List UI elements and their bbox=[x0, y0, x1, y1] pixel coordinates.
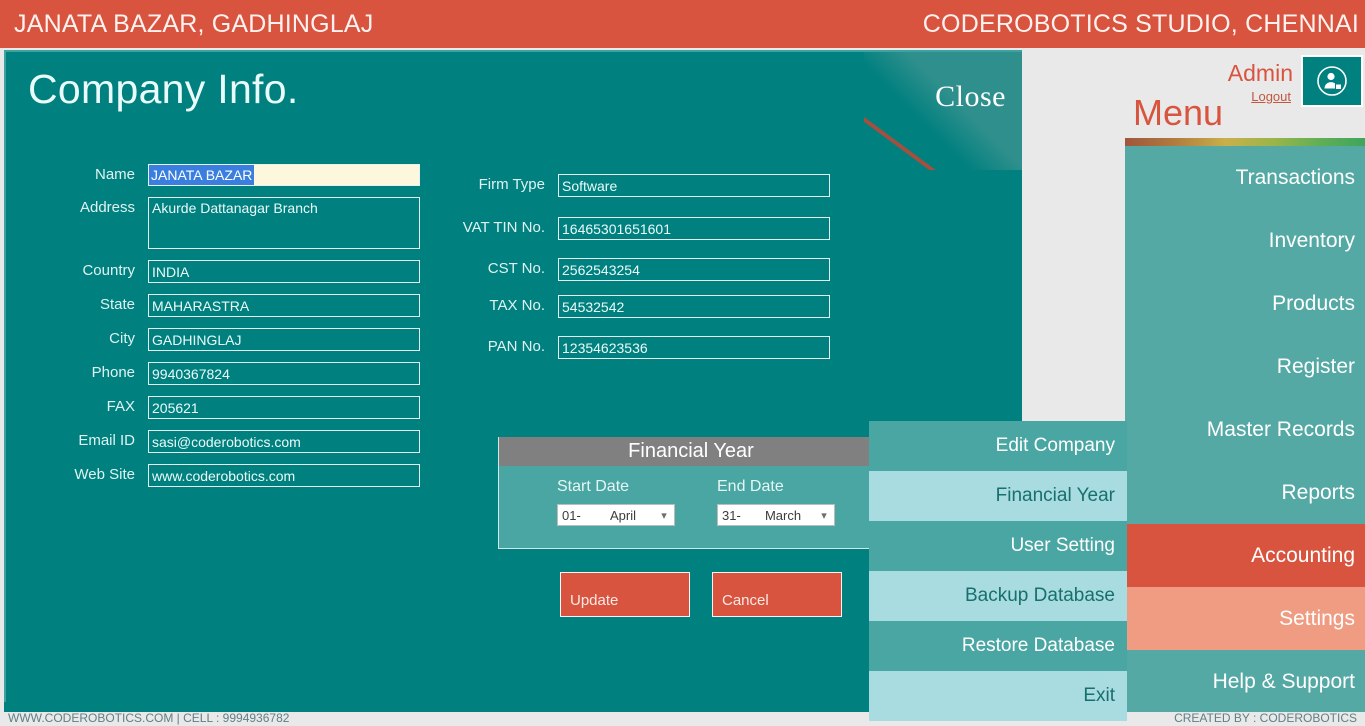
sidebar-menu-list: Transactions Inventory Products Register… bbox=[1125, 146, 1365, 714]
submenu-item-financial-year[interactable]: Financial Year bbox=[869, 471, 1127, 521]
sidebar-item-master-records[interactable]: Master Records bbox=[1125, 398, 1365, 461]
label-cst: CST No. bbox=[487, 260, 545, 277]
start-date-label: Start Date bbox=[557, 478, 630, 495]
label-fax: FAX bbox=[106, 398, 135, 415]
footer-bar: WWW.CODEROBOTICS.COM | CELL : 9994936782… bbox=[0, 712, 1365, 726]
label-name: Name bbox=[94, 166, 135, 183]
sidebar-item-products[interactable]: Products bbox=[1125, 272, 1365, 335]
field-row-cst: CST No. bbox=[446, 258, 846, 281]
end-date-day: 31- bbox=[722, 507, 741, 523]
field-row-firm-type: Firm Type bbox=[446, 174, 846, 197]
state-input[interactable] bbox=[148, 294, 420, 317]
field-row-tax: TAX No. bbox=[446, 295, 846, 318]
label-phone: Phone bbox=[91, 364, 135, 381]
close-label: Close bbox=[935, 80, 1006, 113]
company-details-form: Name JANATA BAZAR Address Akurde Dattana… bbox=[6, 164, 446, 498]
sidebar-item-register[interactable]: Register bbox=[1125, 335, 1365, 398]
submenu-item-exit[interactable]: Exit bbox=[869, 671, 1127, 721]
label-country: Country bbox=[82, 262, 135, 279]
phone-input[interactable] bbox=[148, 362, 420, 385]
start-date-select[interactable]: 01- April ▾ bbox=[557, 504, 675, 526]
page-title: Company Info. bbox=[28, 66, 299, 112]
name-input[interactable] bbox=[148, 164, 420, 186]
banner-left-title: JANATA BAZAR, GADHINGLAJ bbox=[14, 9, 374, 38]
name-input-wrapper: JANATA BAZAR bbox=[148, 164, 420, 186]
field-row-address: Address Akurde Dattanagar Branch bbox=[6, 197, 446, 249]
cancel-button[interactable]: Cancel bbox=[712, 572, 842, 617]
label-tax: TAX No. bbox=[489, 297, 545, 314]
firm-type-input[interactable] bbox=[558, 174, 830, 197]
form-actions: Update Cancel bbox=[560, 572, 842, 617]
end-date-group: End Date 31- March ▾ bbox=[717, 478, 835, 526]
field-row-website: Web Site bbox=[6, 464, 446, 487]
field-row-fax: FAX bbox=[6, 396, 446, 419]
label-pan: PAN No. bbox=[487, 338, 545, 355]
tax-details-form: Firm Type VAT TIN No. CST No. TAX No. PA… bbox=[446, 174, 846, 370]
sidebar-item-transactions[interactable]: Transactions bbox=[1125, 146, 1365, 209]
end-date-select[interactable]: 31- March ▾ bbox=[717, 504, 835, 526]
label-website: Web Site bbox=[74, 466, 135, 483]
menu-heading: Menu bbox=[1133, 92, 1224, 133]
submenu-item-edit-company[interactable]: Edit Company bbox=[869, 421, 1127, 471]
financial-year-heading: Financial Year bbox=[499, 437, 883, 466]
field-row-email: Email ID bbox=[6, 430, 446, 453]
sidebar-item-inventory[interactable]: Inventory bbox=[1125, 209, 1365, 272]
submenu-item-backup-database[interactable]: Backup Database bbox=[869, 571, 1127, 621]
close-button[interactable]: Close bbox=[864, 52, 1022, 170]
end-date-label: End Date bbox=[717, 478, 784, 495]
field-row-vat-tin: VAT TIN No. bbox=[446, 217, 846, 240]
label-firm-type: Firm Type bbox=[478, 176, 545, 193]
sidebar-item-reports[interactable]: Reports bbox=[1125, 461, 1365, 524]
tax-input[interactable] bbox=[558, 295, 830, 318]
cst-input[interactable] bbox=[558, 258, 830, 281]
field-row-country: Country bbox=[6, 260, 446, 283]
label-city: City bbox=[109, 330, 135, 347]
sidebar-gradient-divider bbox=[1125, 138, 1365, 146]
title-banner: JANATA BAZAR, GADHINGLAJ CODEROBOTICS ST… bbox=[0, 0, 1365, 48]
sidebar-header: Admin Logout Menu bbox=[1125, 50, 1365, 138]
country-input[interactable] bbox=[148, 260, 420, 283]
website-input[interactable] bbox=[148, 464, 420, 487]
email-input[interactable] bbox=[148, 430, 420, 453]
sidebar-item-help-support[interactable]: Help & Support bbox=[1125, 650, 1365, 713]
start-date-month: April bbox=[609, 507, 636, 523]
admin-label: Admin bbox=[1227, 60, 1293, 86]
label-state: State bbox=[99, 296, 135, 313]
field-row-phone: Phone bbox=[6, 362, 446, 385]
address-input[interactable]: Akurde Dattanagar Branch bbox=[148, 197, 420, 249]
label-address: Address bbox=[79, 199, 135, 216]
start-date-group: Start Date 01- April ▾ bbox=[557, 478, 675, 526]
chevron-down-icon: ▾ bbox=[661, 509, 667, 522]
application-window: JANATA BAZAR, GADHINGLAJ CODEROBOTICS ST… bbox=[0, 0, 1365, 726]
chevron-down-icon: ▾ bbox=[821, 509, 827, 522]
end-date-month: March bbox=[764, 507, 802, 523]
footer-contact: WWW.CODEROBOTICS.COM | CELL : 9994936782 bbox=[8, 712, 290, 725]
sidebar-item-settings[interactable]: Settings bbox=[1125, 587, 1365, 650]
sidebar-item-accounting[interactable]: Accounting bbox=[1125, 524, 1365, 587]
financial-year-panel: Financial Year Start Date 01- April ▾ En… bbox=[498, 437, 884, 549]
financial-year-body: Start Date 01- April ▾ End Date 31- Marc… bbox=[499, 466, 883, 547]
start-date-day: 01- bbox=[562, 507, 581, 523]
avatar[interactable] bbox=[1301, 55, 1363, 107]
vat-tin-input[interactable] bbox=[558, 217, 830, 240]
field-row-state: State bbox=[6, 294, 446, 317]
field-row-name: Name JANATA BAZAR bbox=[6, 164, 446, 186]
accounting-submenu: Edit Company Financial Year User Setting… bbox=[869, 421, 1127, 721]
city-input[interactable] bbox=[148, 328, 420, 351]
label-vat-tin: VAT TIN No. bbox=[462, 219, 545, 236]
label-email: Email ID bbox=[78, 432, 135, 449]
user-account-icon bbox=[1317, 66, 1347, 96]
pan-input[interactable] bbox=[558, 336, 830, 359]
field-row-pan: PAN No. bbox=[446, 336, 846, 359]
logout-link[interactable]: Logout bbox=[1251, 89, 1291, 104]
main-navigation-sidebar: Admin Logout Menu Transactions Inventory… bbox=[1125, 50, 1365, 726]
banner-right-title: CODEROBOTICS STUDIO, CHENNAI bbox=[922, 9, 1359, 38]
field-row-city: City bbox=[6, 328, 446, 351]
update-button[interactable]: Update bbox=[560, 572, 690, 617]
submenu-item-restore-database[interactable]: Restore Database bbox=[869, 621, 1127, 671]
submenu-item-user-setting[interactable]: User Setting bbox=[869, 521, 1127, 571]
footer-credit: CREATED BY : CODEROBOTICS bbox=[1174, 712, 1357, 725]
fax-input[interactable] bbox=[148, 396, 420, 419]
